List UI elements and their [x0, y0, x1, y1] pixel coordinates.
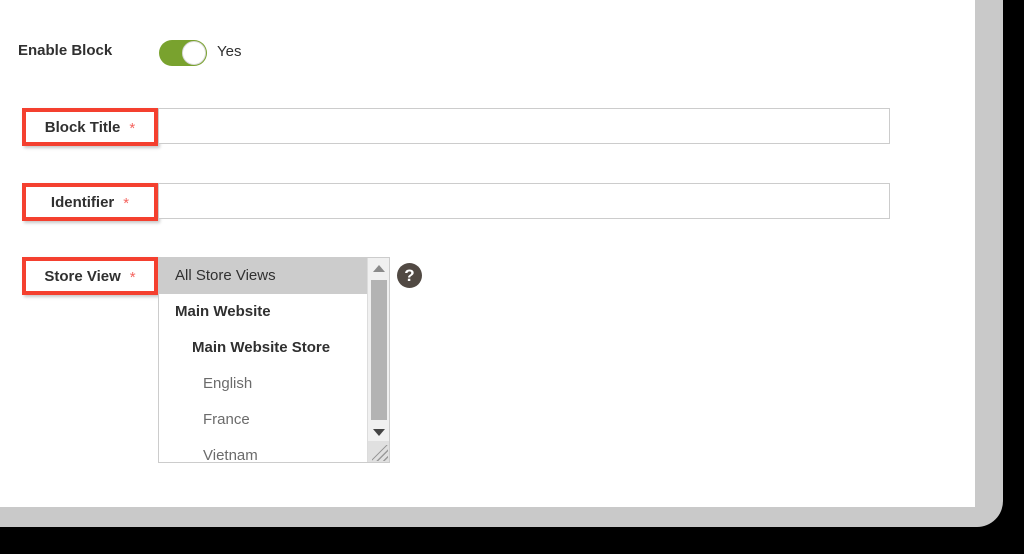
- enable-block-label: Enable Block: [18, 42, 113, 59]
- store-view-option[interactable]: Main Website: [159, 294, 367, 330]
- identifier-input[interactable]: [158, 183, 890, 219]
- triangle-down-icon: [372, 429, 385, 436]
- block-title-label-highlight: Block Title *: [22, 108, 158, 146]
- store-view-option[interactable]: Main Website Store: [159, 330, 367, 366]
- identifier-required-asterisk: *: [123, 194, 130, 212]
- scrollbar-thumb[interactable]: [371, 280, 387, 420]
- store-view-option[interactable]: Vietnam: [159, 438, 367, 462]
- store-view-option[interactable]: English: [159, 366, 367, 402]
- identifier-label: Identifier: [50, 193, 115, 211]
- scroll-down-arrow-icon[interactable]: [368, 422, 389, 443]
- block-title-required-asterisk: *: [129, 119, 136, 137]
- help-question-icon[interactable]: ?: [397, 263, 422, 288]
- screenshot-root: Enable Block Yes Block Title * Identifie…: [0, 0, 1024, 554]
- store-view-option[interactable]: France: [159, 402, 367, 438]
- store-view-option-list[interactable]: All Store Views Main Website Main Website …: [159, 258, 367, 462]
- block-title-input[interactable]: [158, 108, 890, 144]
- store-view-option[interactable]: All Store Views: [159, 258, 367, 294]
- store-view-required-asterisk: *: [129, 268, 136, 286]
- toggle-knob: [182, 41, 206, 65]
- store-view-label-highlight: Store View *: [22, 257, 158, 295]
- page-content-surface: [0, 0, 975, 507]
- scroll-up-arrow-icon[interactable]: [368, 258, 389, 279]
- enable-block-toggle-value: Yes: [217, 43, 242, 60]
- enable-block-toggle[interactable]: [159, 40, 207, 66]
- resize-grip-icon[interactable]: [368, 441, 389, 462]
- triangle-up-icon: [372, 265, 385, 272]
- identifier-label-highlight: Identifier *: [22, 183, 158, 221]
- store-view-multiselect[interactable]: All Store Views Main Website Main Website …: [158, 257, 390, 463]
- block-title-label: Block Title: [44, 118, 121, 136]
- store-view-label: Store View: [44, 267, 121, 285]
- store-view-scrollbar[interactable]: [367, 258, 389, 462]
